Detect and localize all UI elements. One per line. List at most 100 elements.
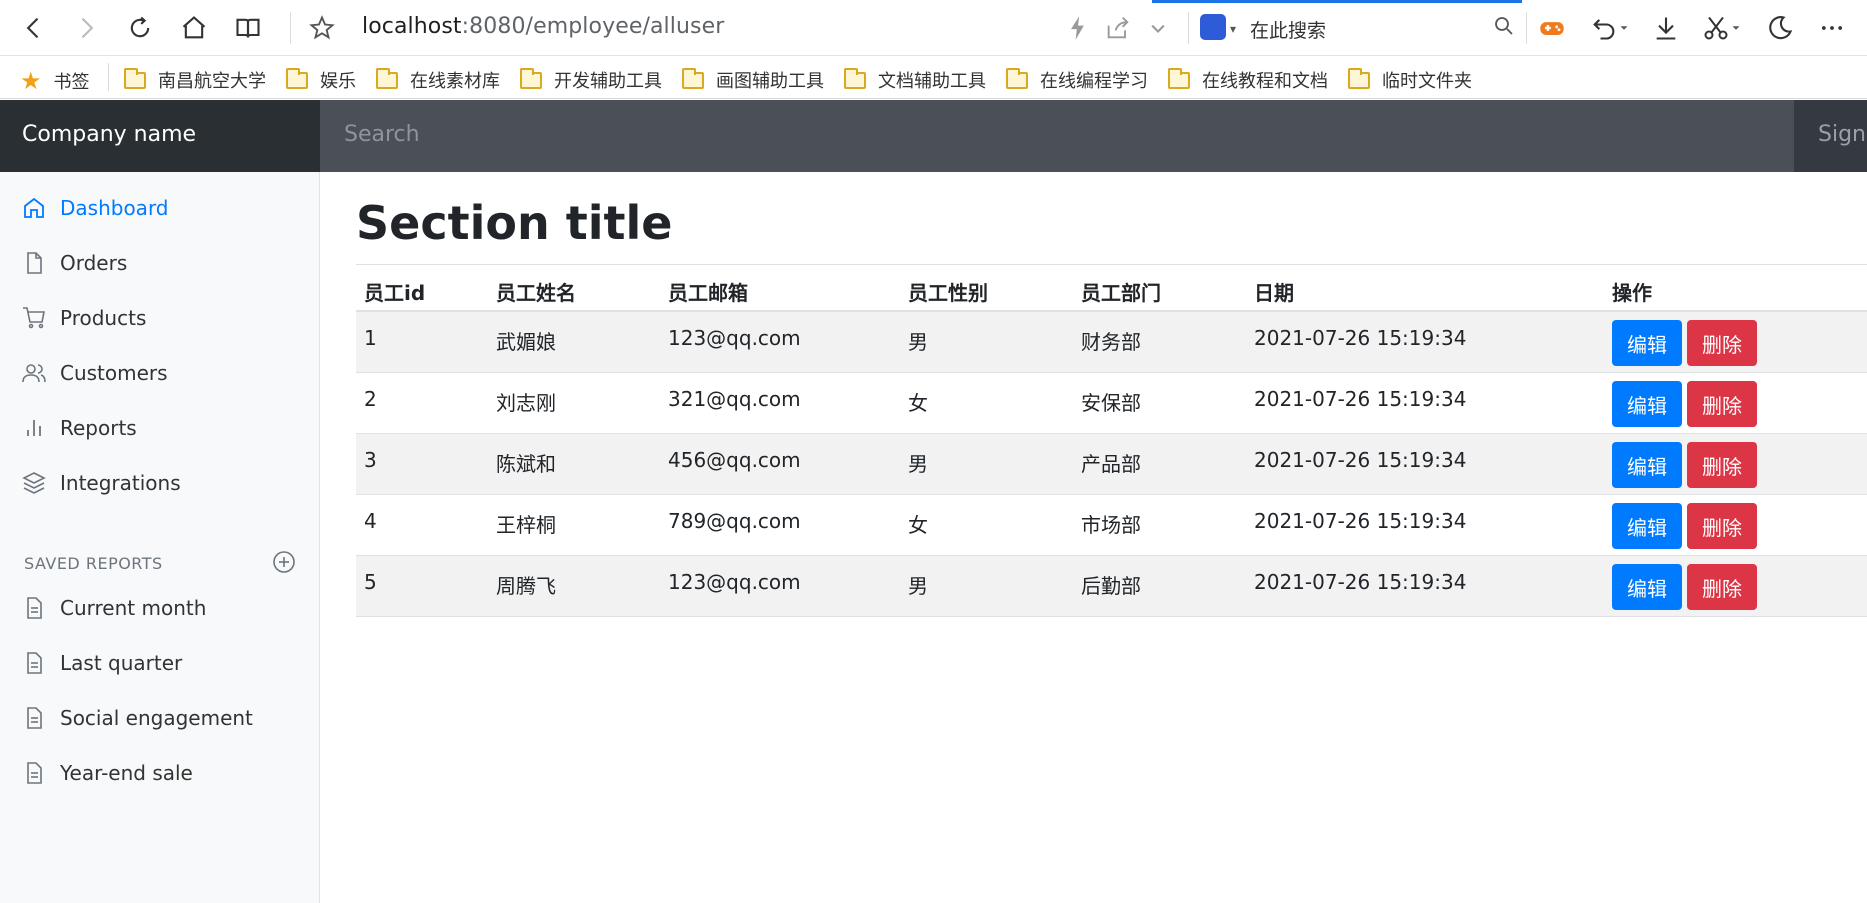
company-brand[interactable]: Company name: [0, 100, 320, 172]
sign-out-link[interactable]: Sign out: [1794, 100, 1867, 172]
sidebar-item-dashboard[interactable]: Dashboard: [22, 196, 169, 220]
reload-icon[interactable]: [122, 10, 158, 46]
delete-button[interactable]: 删除: [1687, 381, 1757, 427]
cell-department: 市场部: [1081, 513, 1141, 537]
bookmark-folder[interactable]: 娱乐: [286, 67, 356, 93]
cell-department: 财务部: [1081, 330, 1141, 354]
sidebar-item-products[interactable]: Products: [22, 306, 146, 330]
bookmark-folder-label: 在线编程学习: [1040, 71, 1148, 92]
cell-id: 1: [364, 326, 377, 350]
cell-date: 2021-07-26 15:19:34: [1254, 326, 1467, 350]
sidebar-item-reports[interactable]: Reports: [22, 416, 137, 440]
back-icon[interactable]: [16, 10, 52, 46]
header-cell: 员工性别: [908, 281, 988, 305]
scissors-caret-icon[interactable]: [1726, 10, 1746, 46]
bookmark-folder-label: 临时文件夹: [1382, 71, 1472, 92]
sidebar-saved-social-engagement[interactable]: Social engagement: [22, 706, 253, 730]
file-text-icon: [27, 652, 42, 674]
more-icon[interactable]: [1814, 10, 1850, 46]
share-icon[interactable]: [1100, 10, 1136, 46]
bookmark-folder[interactable]: 文档辅助工具: [844, 67, 986, 93]
header-cell: 员工id: [364, 281, 426, 305]
delete-button[interactable]: 删除: [1687, 503, 1757, 549]
edit-button[interactable]: 编辑: [1612, 320, 1682, 366]
lightning-icon[interactable]: [1060, 10, 1096, 46]
bookmark-folder[interactable]: 开发辅助工具: [520, 67, 662, 93]
cell-department: 安保部: [1081, 391, 1141, 415]
bookmark-folder[interactable]: 在线编程学习: [1006, 67, 1148, 93]
reader-icon[interactable]: [230, 10, 266, 46]
cell-department: 产品部: [1081, 452, 1141, 476]
header-cell: 员工姓名: [496, 281, 576, 305]
bookmark-folder[interactable]: 在线教程和文档: [1168, 67, 1328, 93]
navbar-search-input[interactable]: Search: [320, 100, 1794, 172]
plus-circle-icon[interactable]: [272, 550, 296, 574]
bookmark-folder[interactable]: 临时文件夹: [1348, 67, 1472, 93]
folder-icon: [376, 67, 398, 89]
download-icon[interactable]: [1648, 10, 1684, 46]
browser-search-input[interactable]: 在此搜索: [1250, 16, 1326, 43]
delete-button[interactable]: 删除: [1687, 320, 1757, 366]
browser-search-box[interactable]: ▾ 在此搜索: [1152, 0, 1522, 48]
saved-reports-heading: SAVED REPORTS: [24, 554, 163, 573]
delete-button[interactable]: 删除: [1687, 564, 1757, 610]
search-engine-icon[interactable]: [1200, 14, 1226, 40]
favorite-star-icon[interactable]: [304, 10, 340, 46]
sidebar-saved-last-quarter[interactable]: Last quarter: [22, 651, 182, 675]
folder-icon: [682, 67, 704, 89]
delete-button[interactable]: 删除: [1687, 442, 1757, 488]
file-text-icon: [27, 707, 42, 729]
sidebar-item-integrations[interactable]: Integrations: [22, 471, 181, 495]
edit-button[interactable]: 编辑: [1612, 442, 1682, 488]
edit-button[interactable]: 编辑: [1612, 503, 1682, 549]
sidebar-item-customers[interactable]: Customers: [22, 361, 168, 385]
cell-id: 4: [364, 509, 377, 533]
file-icon: [27, 252, 42, 274]
header-cell: 日期: [1254, 281, 1294, 305]
moon-icon[interactable]: [1762, 10, 1798, 46]
bookmark-folder[interactable]: 南昌航空大学: [124, 67, 266, 93]
address-bar[interactable]: localhost:8080/employee/alluser: [362, 14, 724, 39]
bookmark-folder-label: 在线教程和文档: [1202, 71, 1328, 92]
url-host: localhost: [362, 14, 462, 39]
page-title: Section title: [356, 196, 673, 250]
edit-button[interactable]: 编辑: [1612, 564, 1682, 610]
sidebar-saved-current-month[interactable]: Current month: [22, 596, 206, 620]
cell-gender: 男: [908, 574, 928, 598]
sidebar-item-label: Reports: [60, 416, 137, 440]
folder-icon: [286, 67, 308, 89]
bar-chart-icon: [27, 420, 41, 436]
header-cell: 员工邮箱: [668, 281, 748, 305]
gamepad-icon[interactable]: [1534, 10, 1570, 46]
undo-caret-icon[interactable]: [1614, 10, 1634, 46]
cell-date: 2021-07-26 15:19:34: [1254, 387, 1467, 411]
cell-date: 2021-07-26 15:19:34: [1254, 509, 1467, 533]
sidebar-item-orders[interactable]: Orders: [22, 251, 127, 275]
bookmark-folder-label: 在线素材库: [410, 71, 500, 92]
file-text-icon: [27, 762, 42, 784]
header-cell: 员工部门: [1081, 281, 1161, 305]
bookmarks-root-label: 书签: [53, 72, 90, 93]
browser-toolbar: localhost:8080/employee/alluser ▾ 在此搜索: [0, 0, 1867, 56]
home-icon[interactable]: [176, 10, 212, 46]
url-path: :8080/employee/alluser: [461, 14, 725, 39]
cell-id: 5: [364, 570, 377, 594]
forward-icon[interactable]: [68, 10, 104, 46]
edit-button[interactable]: 编辑: [1612, 381, 1682, 427]
search-icon[interactable]: [1492, 14, 1516, 42]
table-row: 3 陈斌和 456@qq.com 男 产品部 2021-07-26 15:19:…: [356, 434, 1867, 495]
bookmark-folder[interactable]: 画图辅助工具: [682, 67, 824, 93]
bookmark-folder-label: 娱乐: [320, 71, 356, 92]
cell-email: 321@qq.com: [668, 387, 801, 411]
sidebar-item-label: Orders: [60, 251, 128, 275]
engine-caret-icon[interactable]: ▾: [1230, 22, 1236, 36]
sidebar-saved-year-end-sale[interactable]: Year-end sale: [22, 761, 193, 785]
table-row: 1 武媚娘 123@qq.com 男 财务部 2021-07-26 15:19:…: [356, 312, 1867, 373]
sidebar: Dashboard Orders Products Customers Repo…: [0, 172, 320, 903]
bookmarks-root[interactable]: ★ 书签: [20, 67, 90, 95]
sidebar-item-label: Year-end sale: [60, 761, 193, 785]
cell-email: 123@qq.com: [668, 326, 801, 350]
chevron-down-icon[interactable]: [1140, 10, 1176, 46]
table-row: 4 王梓桐 789@qq.com 女 市场部 2021-07-26 15:19:…: [356, 495, 1867, 556]
bookmark-folder[interactable]: 在线素材库: [376, 67, 500, 93]
